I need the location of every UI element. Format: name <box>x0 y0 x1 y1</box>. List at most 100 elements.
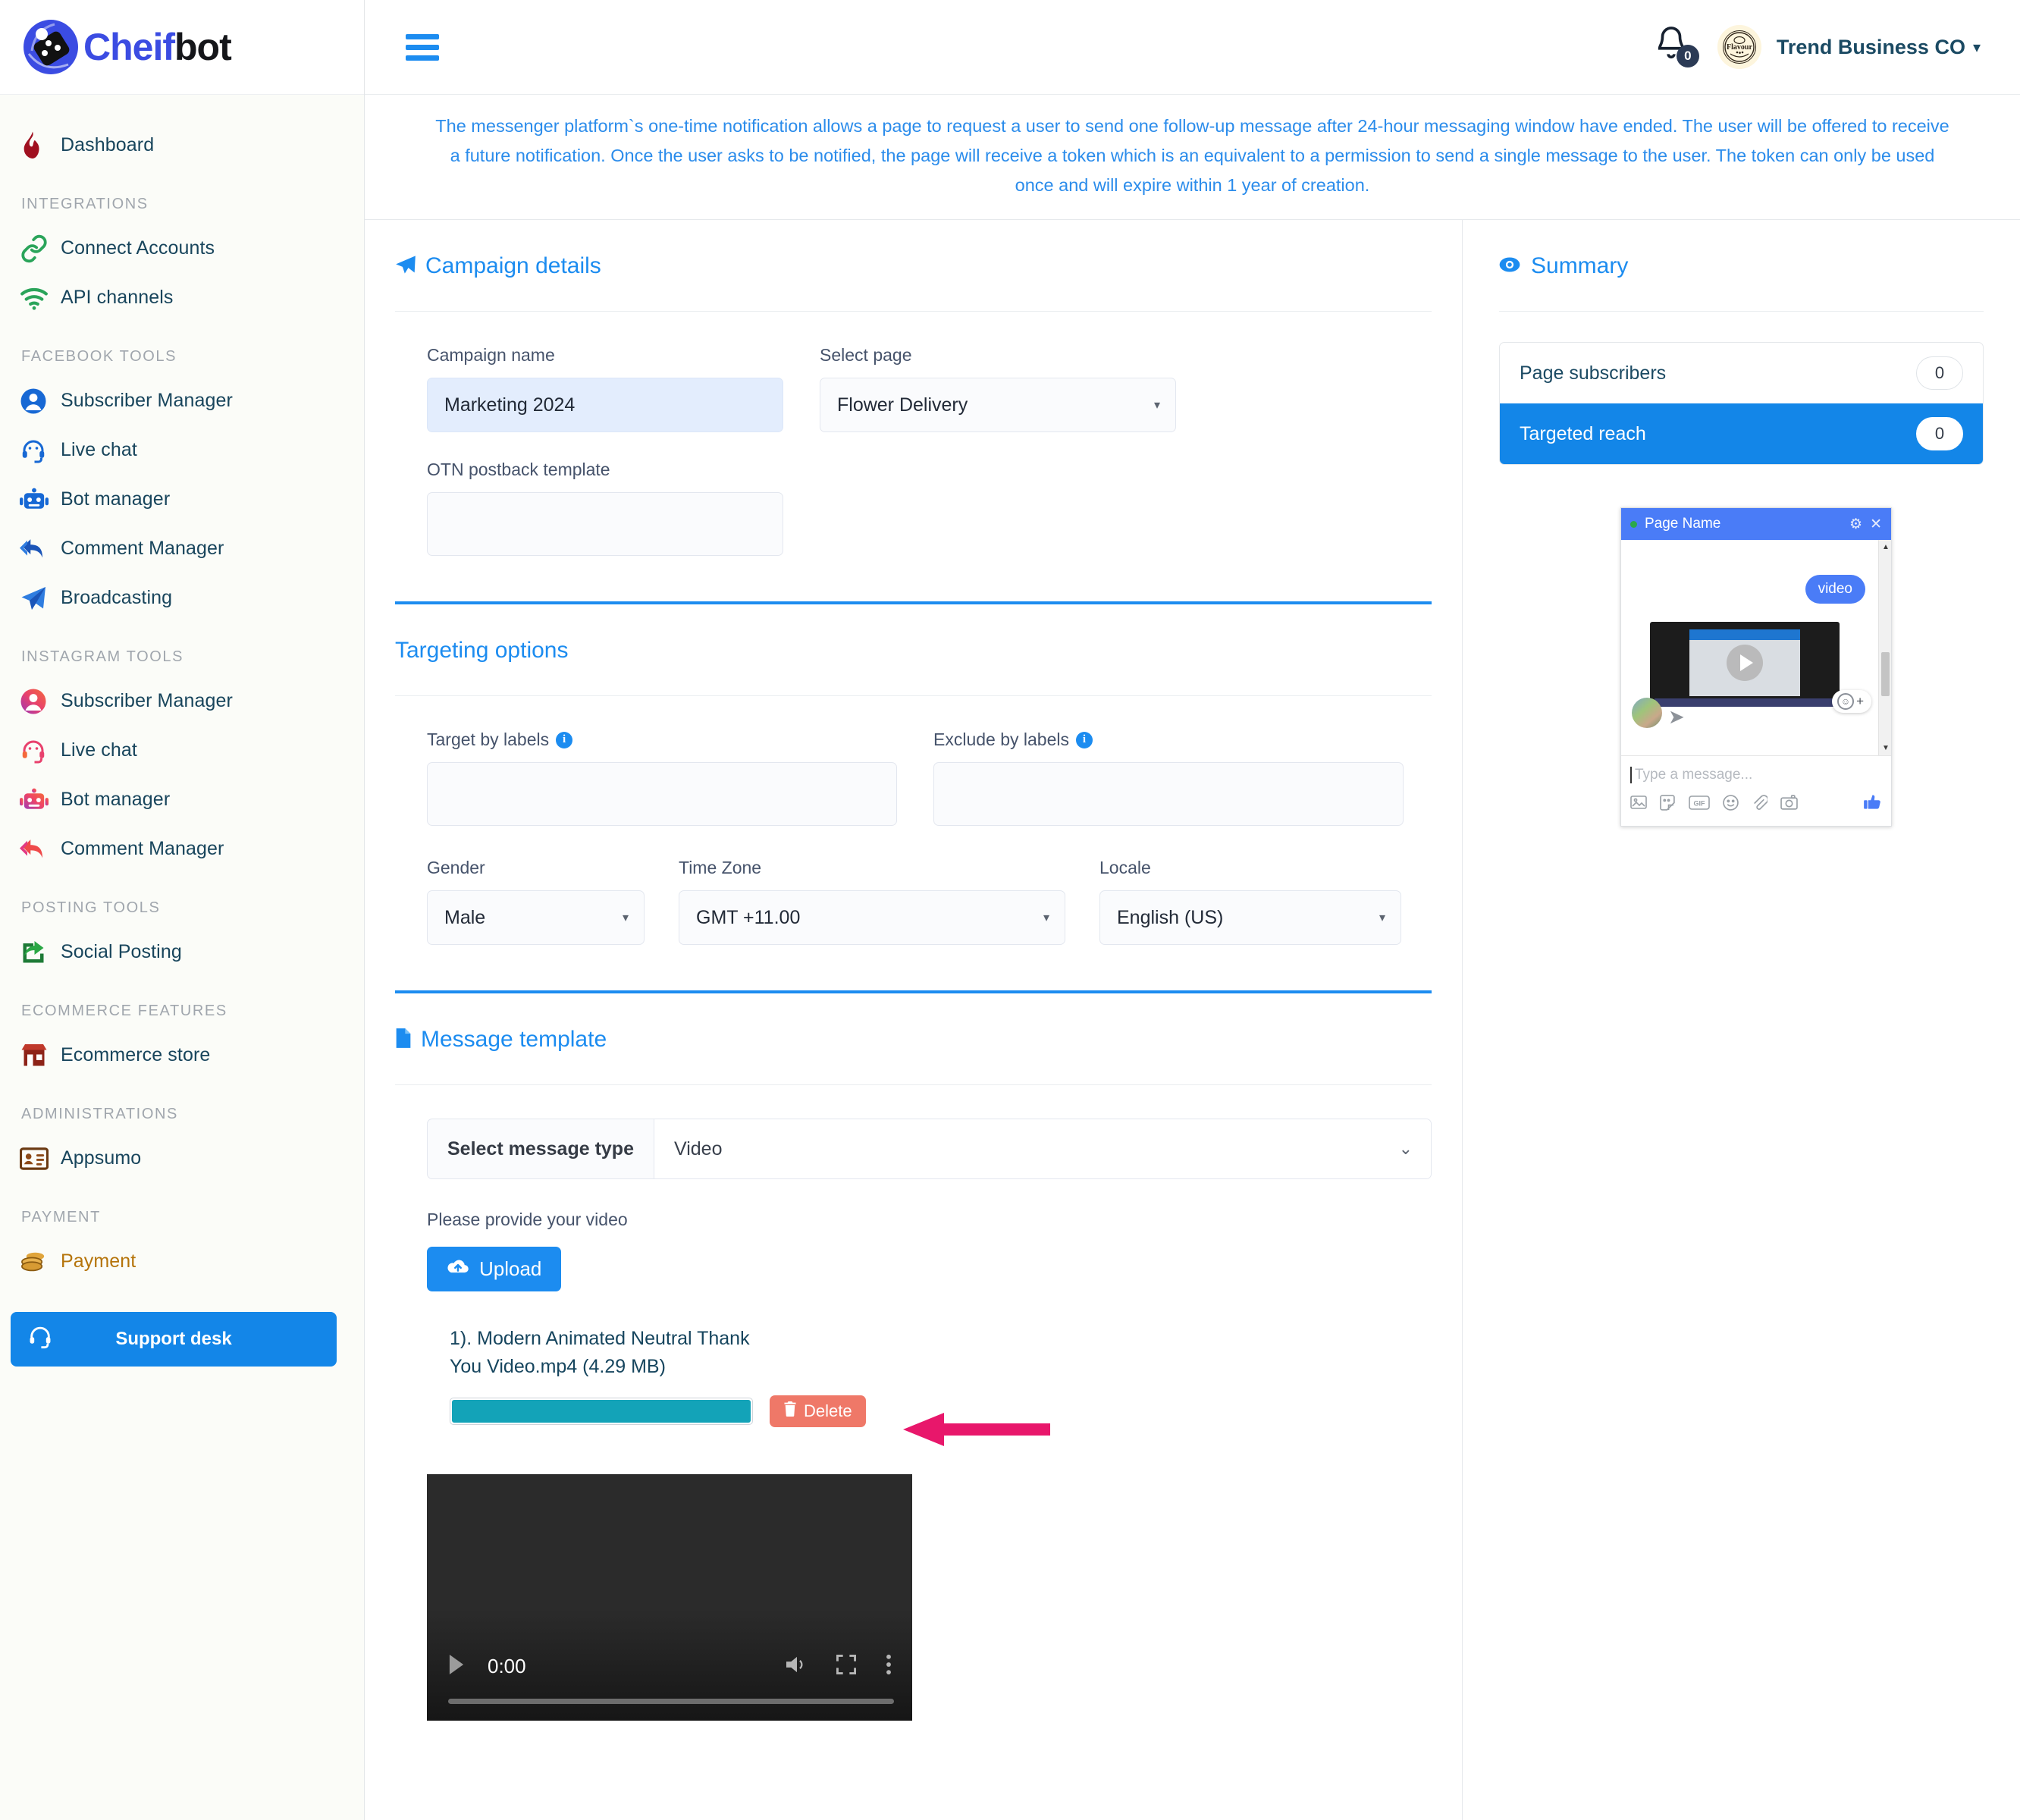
chevron-down-icon[interactable]: ▾ <box>1973 38 1981 57</box>
image-icon[interactable] <box>1630 795 1647 814</box>
sidebar-item-dashboard[interactable]: Dashboard <box>0 121 364 170</box>
sidebar-item-ig-bot-manager[interactable]: Bot manager <box>0 775 364 824</box>
video-controls: 0:00 <box>427 1637 912 1721</box>
chevron-down-icon: ▾ <box>1043 912 1049 925</box>
play-icon[interactable] <box>448 1654 465 1678</box>
scroll-down-icon[interactable]: ▼ <box>1882 744 1890 752</box>
gender-dropdown[interactable]: Male ▾ <box>427 890 645 946</box>
message-type-value-wrap[interactable]: Video ⌄ <box>654 1119 1431 1179</box>
sidebar-item-label: Appsumo <box>61 1147 142 1169</box>
message-type-select[interactable]: Select message type Video ⌄ <box>427 1119 1432 1180</box>
messenger-conversation: video ☺ + ➤ ▲ ▼ <box>1621 540 1891 756</box>
campaign-name-input[interactable]: Marketing 2024 <box>427 378 783 433</box>
brand-name: Cheifbot <box>83 25 232 69</box>
play-icon[interactable] <box>1727 645 1763 682</box>
sidebar-item-api-channels[interactable]: API channels <box>0 273 364 322</box>
paper-plane-icon <box>20 585 61 612</box>
target-by-labels-label: Target by labels i <box>427 730 897 750</box>
info-icon[interactable]: i <box>556 731 573 748</box>
delete-button[interactable]: Delete <box>770 1395 866 1427</box>
upload-button-label: Upload <box>479 1257 542 1281</box>
thumbs-up-icon[interactable] <box>1863 792 1882 817</box>
sidebar-item-appsumo[interactable]: Appsumo <box>0 1134 364 1183</box>
timezone-dropdown[interactable]: GMT +11.00 ▾ <box>679 890 1065 946</box>
timezone-field: Time Zone GMT +11.00 ▾ <box>679 858 1065 946</box>
sidebar-item-label: Ecommerce store <box>61 1044 211 1065</box>
sidebar-item-fb-comment-manager[interactable]: Comment Manager <box>0 524 364 573</box>
notifications-button[interactable]: 0 <box>1654 25 1699 69</box>
camera-icon[interactable] <box>1780 795 1798 814</box>
messenger-scrollbar[interactable]: ▲ ▼ <box>1878 540 1891 756</box>
video-progress-bar[interactable] <box>448 1698 894 1704</box>
summary-row-targeted-reach[interactable]: Targeted reach 0 <box>1500 403 1983 465</box>
sidebar-item-social-posting[interactable]: Social Posting <box>0 927 364 977</box>
sidebar-item-ecommerce-store[interactable]: Ecommerce store <box>0 1031 364 1080</box>
video-player[interactable]: 0:00 <box>427 1473 912 1721</box>
reply-all-icon <box>20 537 61 561</box>
gear-icon[interactable]: ⚙ <box>1849 516 1862 533</box>
sidebar-item-payment[interactable]: Payment <box>0 1237 364 1286</box>
messenger-preview: Page Name ⚙ ✕ video ☺ + ➤ ▲ ▼ Type a mes… <box>1620 507 1892 827</box>
upload-button[interactable]: Upload <box>427 1247 562 1292</box>
otn-postback-label: OTN postback template <box>427 460 610 480</box>
otn-postback-input[interactable] <box>427 492 783 557</box>
locale-value: English (US) <box>1117 906 1224 928</box>
sidebar-item-broadcasting[interactable]: Broadcasting <box>0 573 364 623</box>
messenger-page-name: Page Name <box>1645 516 1721 532</box>
sidebar-item-label: Bot manager <box>61 488 171 510</box>
sticker-icon[interactable] <box>1660 795 1676 815</box>
gif-icon[interactable]: GIF <box>1689 795 1710 814</box>
wifi-icon <box>20 286 61 310</box>
targeting-options-title: Targeting options <box>395 638 569 664</box>
info-icon[interactable]: i <box>1076 731 1093 748</box>
scrollbar-thumb[interactable] <box>1881 652 1890 697</box>
fullscreen-icon[interactable] <box>836 1654 856 1678</box>
sidebar-item-ig-comment-manager[interactable]: Comment Manager <box>0 824 364 874</box>
sidebar-item-fb-bot-manager[interactable]: Bot manager <box>0 475 364 524</box>
target-by-labels-input[interactable] <box>427 762 897 827</box>
messenger-message-bubble: video <box>1805 575 1865 604</box>
select-page-dropdown[interactable]: Flower Delivery ▾ <box>820 378 1176 433</box>
scroll-up-icon[interactable]: ▲ <box>1882 543 1890 551</box>
messenger-message-input[interactable]: Type a message... <box>1630 767 1882 784</box>
document-icon <box>395 1028 412 1053</box>
summary-row-page-subscribers[interactable]: Page subscribers 0 <box>1500 343 1983 403</box>
sidebar-item-connect-accounts[interactable]: Connect Accounts <box>0 224 364 273</box>
sidebar-item-ig-subscriber-manager[interactable]: Subscriber Manager <box>0 676 364 726</box>
locale-label: Locale <box>1099 858 1151 878</box>
more-options-icon[interactable] <box>885 1654 892 1679</box>
sidebar-item-label: API channels <box>61 287 174 308</box>
emoji-icon[interactable] <box>1723 795 1739 815</box>
campaign-row-2: OTN postback template <box>427 460 1432 557</box>
locale-dropdown[interactable]: English (US) ▾ <box>1099 890 1401 946</box>
reaction-button[interactable]: ☺ + <box>1832 690 1871 714</box>
campaign-details-body: Campaign name Marketing 2024 Select page… <box>395 312 1432 601</box>
otn-info-text: The messenger platform`s one-time notifi… <box>435 116 1949 195</box>
topbar: 0 Flavour Trend Business CO ▾ <box>365 0 2020 95</box>
select-page-label: Select page <box>820 345 912 366</box>
user-circle-icon <box>20 688 61 715</box>
sidebar-item-fb-subscriber-manager[interactable]: Subscriber Manager <box>0 376 364 425</box>
brand-logo-area[interactable]: Cheifbot <box>0 0 364 95</box>
message-template-card: Message template Select message type Vid… <box>395 993 1432 1766</box>
exclude-by-labels-field: Exclude by labels i <box>933 730 1404 827</box>
chevron-down-icon: ▾ <box>1153 399 1160 413</box>
left-column: Campaign details Campaign name Marketing… <box>365 220 1463 1820</box>
close-icon[interactable]: ✕ <box>1870 516 1882 533</box>
messenger-video-attachment[interactable] <box>1650 622 1840 708</box>
summary-panel: Summary Page subscribers 0 Targeted reac… <box>1463 220 2020 827</box>
summary-row-label: Page subscribers <box>1520 362 1667 384</box>
volume-icon[interactable] <box>786 1655 808 1677</box>
attachment-icon[interactable] <box>1752 795 1769 815</box>
cloud-upload-icon <box>447 1257 469 1281</box>
exclude-by-labels-input[interactable] <box>933 762 1404 827</box>
support-desk-button[interactable]: Support desk <box>11 1312 337 1367</box>
share-icon[interactable]: ➤ <box>1668 705 1685 729</box>
account-name[interactable]: Trend Business CO <box>1777 36 1965 59</box>
avatar[interactable]: Flavour <box>1717 25 1761 69</box>
sidebar-item-fb-live-chat[interactable]: Live chat <box>0 425 364 475</box>
sidebar-item-ig-live-chat[interactable]: Live chat <box>0 726 364 775</box>
sidebar-section-administrations: ADMINISTRATIONS <box>21 1106 178 1122</box>
hamburger-menu-icon[interactable] <box>406 29 439 66</box>
campaign-details-header: Campaign details <box>395 253 1432 312</box>
